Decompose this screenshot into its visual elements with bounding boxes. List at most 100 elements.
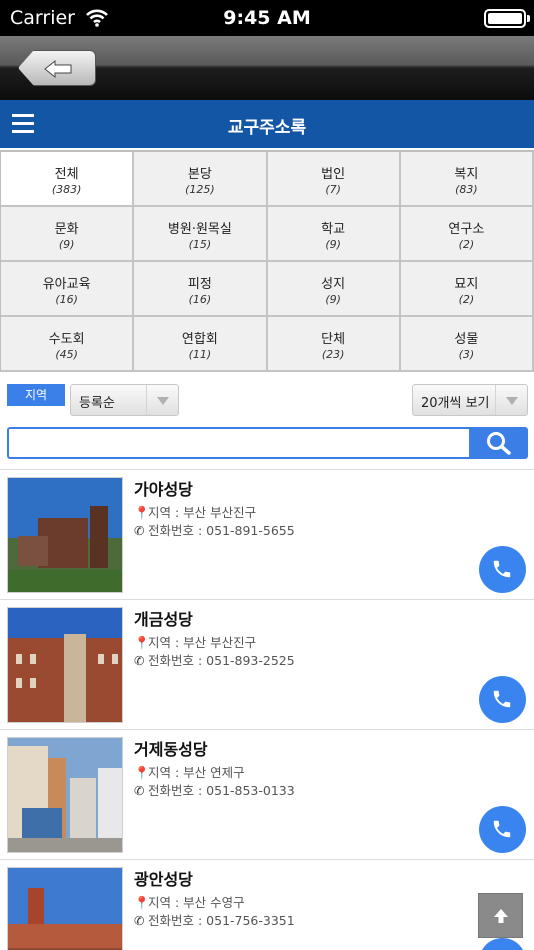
church-thumbnail [7, 867, 123, 950]
call-button[interactable] [479, 806, 526, 853]
church-name: 거제동성당 [134, 740, 208, 759]
category-religious-order[interactable]: 수도회 (45) [1, 317, 135, 372]
phone-icon: ✆ [134, 783, 145, 798]
category-label: 묘지 [454, 277, 479, 292]
map-pin-icon: 📍 [134, 505, 150, 520]
category-all[interactable]: 전체 (383) [1, 152, 135, 207]
list-item[interactable]: 가야성당 📍지역 : 부산 부산진구 ✆ 전화번호 : 051-891-5655 [0, 470, 534, 600]
phone-call-icon [493, 560, 511, 578]
category-count: (7) [325, 183, 341, 196]
category-label: 문화 [54, 222, 79, 237]
map-pin-icon: 📍 [134, 635, 150, 650]
call-button[interactable] [479, 938, 526, 950]
church-region: 📍지역 : 부산 부산진구 [134, 502, 256, 521]
category-label: 유아교육 [42, 277, 91, 292]
category-label: 성지 [321, 277, 346, 292]
church-name: 가야성당 [134, 480, 193, 499]
category-retreat[interactable]: 피정 (16) [134, 262, 268, 317]
chevron-down-icon [146, 385, 178, 415]
navigation-bar [0, 36, 534, 100]
search-input[interactable] [7, 427, 471, 459]
church-phone-text: 전화번호 : 051-891-5655 [148, 523, 295, 538]
map-pin-icon: 📍 [134, 895, 150, 910]
category-label: 학교 [321, 222, 346, 237]
church-phone: ✆ 전화번호 : 051-756-3351 [134, 910, 295, 929]
church-region-text: 지역 : 부산 부산진구 [148, 505, 257, 520]
phone-call-icon [493, 820, 511, 838]
church-phone-text: 전화번호 : 051-893-2525 [148, 653, 295, 668]
sort-select[interactable]: 등록순 [70, 384, 179, 416]
category-count: (9) [58, 238, 75, 251]
category-label: 본당 [187, 167, 212, 182]
list-item[interactable]: 거제동성당 📍지역 : 부산 연제구 ✆ 전화번호 : 051-853-0133 [0, 730, 534, 860]
page-size-select[interactable]: 20개씩 보기 [412, 384, 528, 416]
list-item[interactable]: 개금성당 📍지역 : 부산 부산진구 ✆ 전화번호 : 051-893-2525 [0, 600, 534, 730]
church-phone: ✆ 전화번호 : 051-891-5655 [134, 520, 295, 539]
category-count: (83) [455, 183, 478, 196]
church-name: 광안성당 [134, 870, 193, 889]
page-header: 교구주소록 [0, 100, 534, 148]
church-phone-text: 전화번호 : 051-756-3351 [148, 913, 295, 928]
scroll-top-button[interactable] [478, 893, 523, 938]
list-item[interactable]: 광안성당 📍지역 : 부산 수영구 ✆ 전화번호 : 051-756-3351 [0, 860, 534, 950]
category-label: 단체 [321, 332, 346, 347]
category-count: (11) [188, 348, 212, 361]
phone-call-icon [493, 690, 511, 708]
category-parish[interactable]: 본당 (125) [134, 152, 268, 207]
category-corporation[interactable]: 법인 (7) [267, 152, 401, 207]
church-region-text: 지역 : 부산 부산진구 [148, 635, 257, 650]
church-phone: ✆ 전화번호 : 051-893-2525 [134, 650, 295, 669]
category-hospital[interactable]: 병원·원목실 (15) [134, 207, 268, 262]
category-count: (23) [321, 348, 345, 361]
call-button[interactable] [479, 546, 526, 593]
church-region: 📍지역 : 부산 부산진구 [134, 632, 256, 651]
arrow-up-icon [494, 909, 508, 923]
category-count: (2) [458, 293, 475, 306]
category-school[interactable]: 학교 (9) [267, 207, 401, 262]
category-label: 법인 [321, 167, 346, 182]
category-grid: 전체 (383) 본당 (125) 법인 (7) 복지 (83) 문화 (9) 병원·원목… [0, 150, 534, 372]
category-label: 연구소 [448, 222, 485, 237]
chevron-down-icon [495, 385, 527, 415]
category-institute[interactable]: 연구소 (2) [400, 207, 534, 262]
region-filter-button[interactable]: 지역 [7, 384, 65, 406]
search-button[interactable] [470, 427, 528, 459]
phone-icon: ✆ [134, 523, 145, 538]
church-region: 📍지역 : 부산 연제구 [134, 762, 245, 781]
page-title: 교구주소록 [227, 118, 307, 138]
status-time: 9:45 AM [223, 7, 311, 29]
category-federation[interactable]: 연합회 (11) [134, 317, 268, 372]
category-label: 피정 [187, 277, 212, 292]
sort-select-value: 등록순 [79, 396, 115, 411]
phone-icon: ✆ [134, 653, 145, 668]
category-culture[interactable]: 문화 (9) [1, 207, 135, 262]
category-early-education[interactable]: 유아교육 (16) [1, 262, 135, 317]
battery-icon [484, 9, 530, 28]
church-thumbnail [7, 737, 123, 853]
church-region-text: 지역 : 부산 수영구 [148, 895, 245, 910]
category-label: 수도회 [48, 332, 85, 347]
category-label: 병원·원목실 [167, 222, 232, 237]
category-count: (45) [55, 348, 78, 361]
call-button[interactable] [479, 676, 526, 723]
category-cemetery[interactable]: 묘지 (2) [400, 262, 534, 317]
category-count: (3) [458, 348, 475, 361]
address-book-screen: Carrier 9:45 AM 교구주소록 전체 (383) 본당 (125) 법인… [0, 0, 534, 950]
category-count: (16) [188, 293, 212, 306]
category-welfare[interactable]: 복지 (83) [400, 152, 534, 207]
category-count: (9) [325, 293, 341, 306]
category-count: (9) [325, 238, 341, 251]
category-holy-goods[interactable]: 성물 (3) [400, 317, 534, 372]
page-size-select-value: 20개씩 보기 [421, 396, 490, 411]
category-count: (383) [51, 183, 82, 196]
status-bar: Carrier 9:45 AM [0, 0, 534, 36]
category-shrine[interactable]: 성지 (9) [267, 262, 401, 317]
back-button[interactable] [18, 50, 96, 86]
church-region-text: 지역 : 부산 연제구 [148, 765, 245, 780]
church-name: 개금성당 [134, 610, 193, 629]
phone-icon: ✆ [134, 913, 145, 928]
map-pin-icon: 📍 [134, 765, 150, 780]
category-organization[interactable]: 단체 (23) [267, 317, 401, 372]
category-label: 성물 [454, 332, 479, 347]
church-phone-text: 전화번호 : 051-853-0133 [148, 783, 295, 798]
